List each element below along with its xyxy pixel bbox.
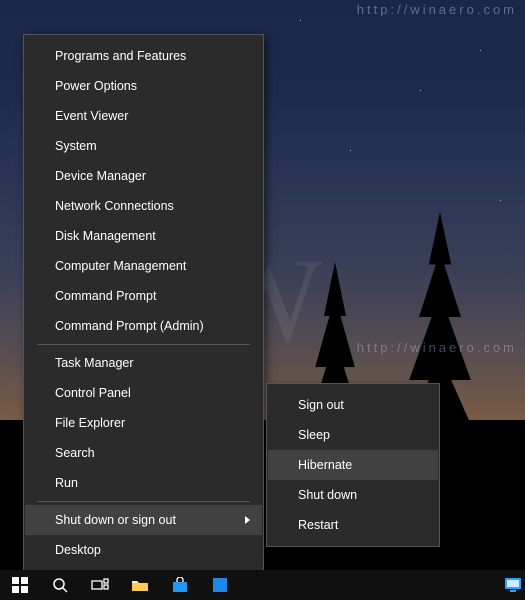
menu-item-disk-management[interactable]: Disk Management	[25, 221, 262, 251]
menu-item-command-prompt[interactable]: Command Prompt	[25, 281, 262, 311]
watermark-url: http://winaero.com	[357, 2, 517, 17]
taskbar-app-store[interactable]	[160, 570, 200, 600]
menu-item-computer-management[interactable]: Computer Management	[25, 251, 262, 281]
store-icon	[172, 577, 188, 593]
menu-item-network-connections[interactable]: Network Connections	[25, 191, 262, 221]
shutdown-submenu: Sign out Sleep Hibernate Shut down Resta…	[266, 383, 440, 547]
menu-item-run[interactable]: Run	[25, 468, 262, 498]
menu-item-shut-down-or-sign-out[interactable]: Shut down or sign out	[25, 505, 262, 535]
folder-icon	[131, 578, 149, 592]
menu-item-control-panel[interactable]: Control Panel	[25, 378, 262, 408]
start-button[interactable]	[0, 570, 40, 600]
winx-context-menu: Programs and Features Power Options Even…	[23, 34, 264, 572]
menu-item-label: System	[55, 139, 97, 153]
menu-item-label: Command Prompt (Admin)	[55, 319, 204, 333]
app-icon	[212, 577, 228, 593]
task-view-icon	[91, 578, 109, 592]
submenu-item-hibernate[interactable]: Hibernate	[268, 450, 438, 480]
monitor-icon	[504, 577, 522, 593]
chevron-right-icon	[245, 516, 250, 524]
menu-item-label: Computer Management	[55, 259, 186, 273]
menu-item-task-manager[interactable]: Task Manager	[25, 348, 262, 378]
menu-item-label: Hibernate	[298, 458, 352, 472]
menu-item-desktop[interactable]: Desktop	[25, 535, 262, 565]
star	[350, 150, 351, 151]
menu-item-label: Desktop	[55, 543, 101, 557]
menu-item-search[interactable]: Search	[25, 438, 262, 468]
menu-item-event-viewer[interactable]: Event Viewer	[25, 101, 262, 131]
submenu-item-sleep[interactable]: Sleep	[268, 420, 438, 450]
menu-item-label: Run	[55, 476, 78, 490]
menu-item-label: Device Manager	[55, 169, 146, 183]
menu-item-label: Shut down or sign out	[55, 513, 176, 527]
menu-item-label: Power Options	[55, 79, 137, 93]
menu-item-label: Sleep	[298, 428, 330, 442]
menu-item-label: File Explorer	[55, 416, 125, 430]
taskbar-app-generic[interactable]	[200, 570, 240, 600]
tray-app-icon[interactable]	[501, 573, 525, 597]
menu-item-file-explorer[interactable]: File Explorer	[25, 408, 262, 438]
menu-item-label: Search	[55, 446, 95, 460]
submenu-item-sign-out[interactable]: Sign out	[268, 390, 438, 420]
star	[480, 50, 481, 51]
menu-item-label: Network Connections	[55, 199, 174, 213]
star	[500, 200, 501, 201]
menu-item-label: Control Panel	[55, 386, 131, 400]
windows-logo-icon	[12, 577, 28, 593]
task-view-button[interactable]	[80, 570, 120, 600]
star	[420, 90, 421, 91]
menu-item-label: Restart	[298, 518, 338, 532]
menu-item-label: Sign out	[298, 398, 344, 412]
menu-item-device-manager[interactable]: Device Manager	[25, 161, 262, 191]
menu-item-command-prompt-admin[interactable]: Command Prompt (Admin)	[25, 311, 262, 341]
search-button[interactable]	[40, 570, 80, 600]
submenu-item-restart[interactable]: Restart	[268, 510, 438, 540]
submenu-item-shut-down[interactable]: Shut down	[268, 480, 438, 510]
menu-item-label: Command Prompt	[55, 289, 156, 303]
menu-item-label: Programs and Features	[55, 49, 186, 63]
menu-item-label: Shut down	[298, 488, 357, 502]
taskbar-app-explorer[interactable]	[120, 570, 160, 600]
menu-item-power-options[interactable]: Power Options	[25, 71, 262, 101]
menu-item-programs-and-features[interactable]: Programs and Features	[25, 41, 262, 71]
menu-item-label: Task Manager	[55, 356, 134, 370]
star	[300, 20, 301, 21]
menu-separator	[37, 344, 250, 345]
menu-separator	[37, 501, 250, 502]
menu-item-label: Disk Management	[55, 229, 156, 243]
taskbar	[0, 570, 525, 600]
menu-item-system[interactable]: System	[25, 131, 262, 161]
menu-item-label: Event Viewer	[55, 109, 128, 123]
search-icon	[52, 577, 68, 593]
